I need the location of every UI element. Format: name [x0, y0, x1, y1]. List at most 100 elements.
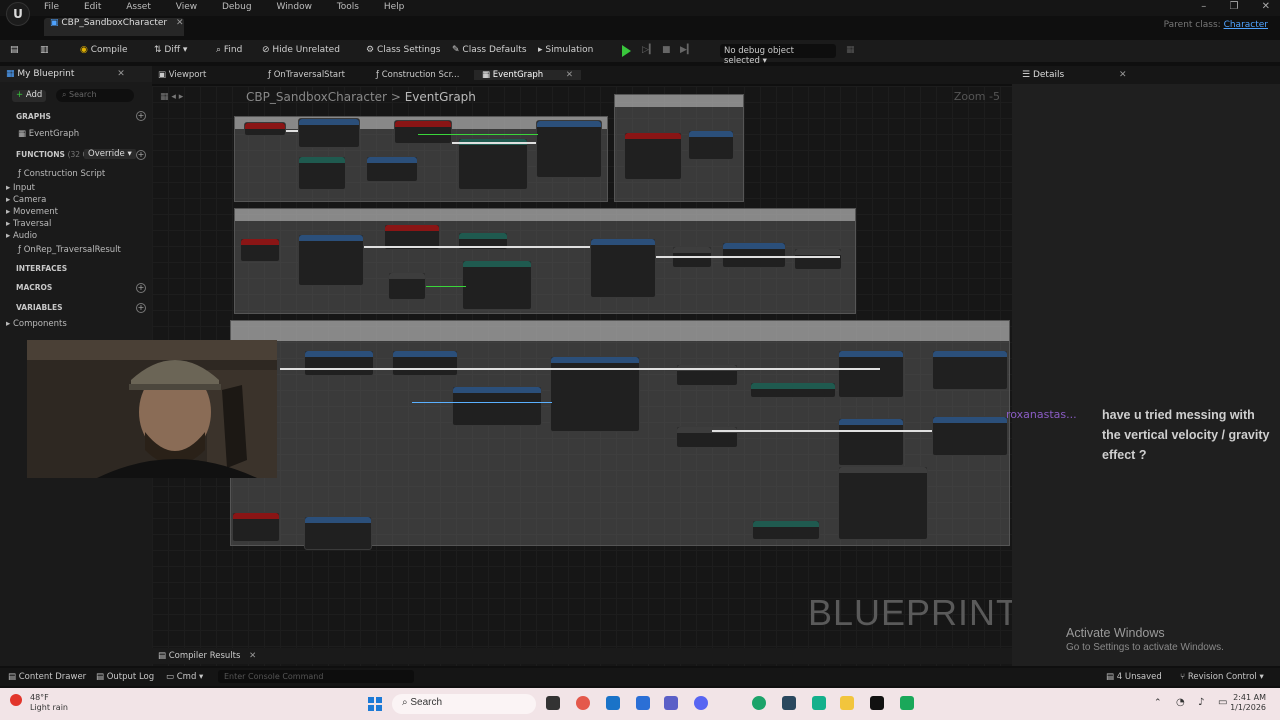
add-variable-icon[interactable]: +	[136, 303, 146, 313]
graph-node[interactable]	[932, 350, 1008, 390]
unreal-engine-icon[interactable]	[870, 696, 884, 710]
graph-node[interactable]	[838, 418, 904, 466]
save-icon[interactable]: ▤	[10, 45, 19, 55]
interfaces-header[interactable]: INTERFACES	[16, 264, 67, 273]
category-movement[interactable]: ▸ Movement	[6, 207, 58, 217]
windows-start-icon[interactable]	[368, 697, 382, 711]
task-view-icon[interactable]	[546, 696, 560, 710]
tray-chevron-icon[interactable]: ⌃	[1154, 698, 1162, 708]
play-icon[interactable]	[622, 45, 631, 57]
category-input[interactable]: ▸ Input	[6, 183, 35, 193]
discord-icon[interactable]	[694, 696, 708, 710]
category-camera[interactable]: ▸ Camera	[6, 195, 46, 205]
graph-node[interactable]	[590, 238, 656, 298]
network-icon[interactable]: ◔	[1176, 697, 1185, 708]
menu-window[interactable]: Window	[276, 2, 312, 12]
asset-tab[interactable]: ▣ CBP_SandboxCharacter ✕	[44, 18, 184, 36]
menu-asset[interactable]: Asset	[126, 2, 151, 12]
graph-node[interactable]	[392, 350, 458, 376]
class-defaults-button[interactable]: ✎ Class Defaults	[452, 45, 527, 55]
battery-icon[interactable]: ▭	[1218, 697, 1227, 708]
close-panel-icon[interactable]: ✕	[117, 69, 125, 79]
unreal-logo-icon[interactable]: U	[6, 2, 30, 26]
simulation-button[interactable]: ▸ Simulation	[538, 45, 593, 55]
breadcrumb-class[interactable]: CBP_SandboxCharacter	[246, 90, 387, 104]
graph-node[interactable]	[298, 234, 364, 286]
graph-node[interactable]	[624, 132, 682, 180]
restore-icon[interactable]: ❐	[1229, 1, 1238, 12]
override-dropdown[interactable]: Override ▾	[84, 149, 136, 159]
category-audio[interactable]: ▸ Audio	[6, 231, 37, 241]
graph-node[interactable]	[750, 382, 836, 398]
add-graph-icon[interactable]: +	[136, 111, 146, 121]
graph-node[interactable]	[838, 350, 904, 398]
close-eventgraph-icon[interactable]: ✕	[566, 70, 573, 80]
graph-node[interactable]	[244, 122, 286, 136]
graph-node[interactable]	[794, 248, 842, 270]
menu-file[interactable]: File	[44, 2, 59, 12]
unsaved-button[interactable]: ▤ 4 Unsaved	[1106, 672, 1162, 682]
macros-header[interactable]: MACROS	[16, 283, 52, 292]
diff-button[interactable]: ⇅ Diff ▾	[154, 45, 187, 55]
tab-eventgraph[interactable]: ▦ EventGraph ✕	[474, 70, 581, 80]
function-item-onrep[interactable]: ƒ OnRep_TraversalResult	[18, 245, 121, 255]
parent-class-link[interactable]: Character	[1224, 20, 1268, 30]
compiler-results-tab[interactable]: ▤ Compiler Results ✕	[158, 651, 256, 661]
menu-help[interactable]: Help	[384, 2, 405, 12]
close-compiler-icon[interactable]: ✕	[249, 651, 256, 661]
taskbar-clock[interactable]: 2:41 AM 1/1/2026	[1230, 693, 1266, 713]
graphs-header[interactable]: GRAPHS	[16, 112, 51, 121]
sidebar-item-eventgraph[interactable]: ▦ EventGraph	[18, 129, 79, 139]
graph-node[interactable]	[388, 272, 426, 300]
app-icon[interactable]	[900, 696, 914, 710]
step-icon[interactable]: ▷▎	[642, 45, 656, 55]
weather-widget[interactable]: 48°F Light rain	[30, 693, 68, 713]
outlook-icon[interactable]	[636, 696, 650, 710]
teams-icon[interactable]	[664, 696, 678, 710]
edge-icon[interactable]	[752, 696, 766, 710]
graph-node[interactable]	[458, 138, 528, 190]
class-settings-button[interactable]: ⚙ Class Settings	[366, 45, 440, 55]
close-details-icon[interactable]: ✕	[1119, 70, 1127, 80]
add-button[interactable]: + Add	[12, 90, 46, 102]
menu-view[interactable]: View	[176, 2, 197, 12]
graph-node[interactable]	[304, 350, 374, 376]
graph-node[interactable]	[752, 520, 820, 540]
add-function-icon[interactable]: +	[136, 150, 146, 160]
compile-button[interactable]: ◉ Compile	[80, 45, 128, 55]
graph-node[interactable]	[688, 130, 734, 160]
function-item-construction-script[interactable]: ƒ Construction Script	[18, 169, 105, 179]
close-tab-icon[interactable]: ✕	[176, 18, 184, 28]
graph-node[interactable]	[298, 118, 360, 148]
graph-node[interactable]	[366, 156, 418, 182]
variables-header[interactable]: VARIABLES	[16, 303, 63, 312]
category-traversal[interactable]: ▸ Traversal	[6, 219, 51, 229]
weather-icon[interactable]	[10, 694, 22, 706]
content-drawer-button[interactable]: ▤ Content Drawer	[8, 672, 86, 682]
console-input[interactable]: Enter Console Command	[218, 670, 414, 683]
graph-node[interactable]	[536, 120, 602, 178]
stop-icon[interactable]: ■	[662, 45, 671, 55]
output-log-button[interactable]: ▤ Output Log	[96, 672, 154, 682]
add-macro-icon[interactable]: +	[136, 283, 146, 293]
menu-tools[interactable]: Tools	[337, 2, 359, 12]
taskbar-search[interactable]: ⌕ Search	[392, 694, 536, 714]
tab-construction-script[interactable]: ƒ Construction Scr...	[376, 70, 459, 80]
debug-filter-icon[interactable]: ▦	[846, 45, 855, 55]
graph-node[interactable]	[232, 512, 280, 542]
volume-icon[interactable]: ♪	[1198, 697, 1204, 708]
file-explorer-icon[interactable]	[840, 696, 854, 710]
browse-icon[interactable]: ▥	[40, 45, 49, 55]
functions-header[interactable]: FUNCTIONS (32 OV	[16, 150, 93, 159]
chatgpt-icon[interactable]	[812, 696, 826, 710]
graph-node[interactable]	[932, 416, 1008, 456]
store-icon[interactable]	[606, 696, 620, 710]
revision-control-button[interactable]: ⑂ Revision Control ▾	[1180, 672, 1264, 682]
find-button[interactable]: ⌕ Find	[216, 45, 242, 55]
graph-node[interactable]	[298, 156, 346, 190]
event-graph-canvas[interactable]: ▦ ◂ ▸ CBP_SandboxCharacter > EventGraph …	[152, 86, 1012, 666]
steam-icon[interactable]	[782, 696, 796, 710]
tab-viewport[interactable]: ▣ Viewport	[158, 70, 206, 80]
tab-ontraversalstart[interactable]: ƒ OnTraversalStart	[268, 70, 345, 80]
back-arrow-icon[interactable]: ▦ ◂ ▸	[160, 92, 183, 102]
